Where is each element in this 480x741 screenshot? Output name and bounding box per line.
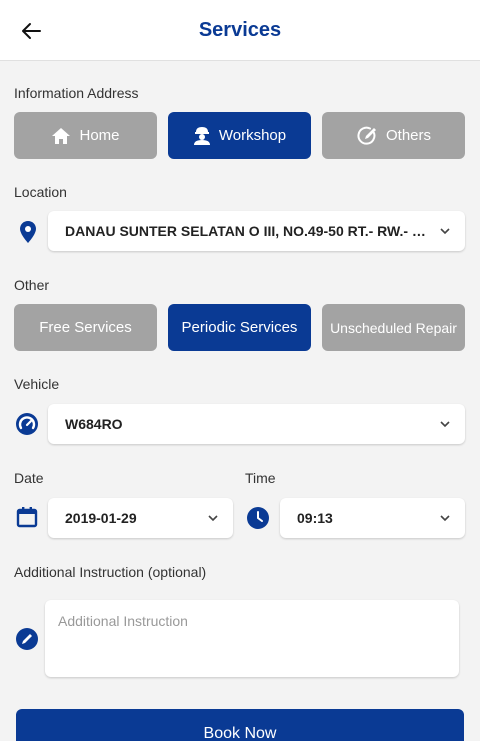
vehicle-lead (16, 413, 38, 435)
book-now-button[interactable]: Book Now (16, 709, 464, 741)
service-option-label: Periodic Services (181, 319, 298, 336)
location-lead (17, 220, 39, 244)
address-option-home[interactable]: Home (14, 112, 157, 159)
service-option-unscheduled[interactable]: Unscheduled Repair (322, 304, 465, 351)
service-option-label: Unscheduled Repair (330, 319, 457, 336)
pencil-icon (16, 628, 38, 650)
home-icon (52, 127, 71, 144)
chevron-down-icon (439, 512, 451, 524)
address-option-label: Others (385, 127, 431, 144)
chevron-down-icon (439, 418, 451, 430)
chevron-down-icon (439, 225, 451, 237)
clock-icon (247, 507, 269, 529)
date-select[interactable]: 2019-01-29 (48, 498, 233, 538)
vehicle-label: Vehicle (14, 376, 60, 392)
service-option-periodic[interactable]: Periodic Services (168, 304, 311, 351)
vehicle-value: W684RO (65, 416, 123, 432)
date-value: 2019-01-29 (65, 510, 137, 526)
date-label: Date (14, 470, 44, 486)
other-label: Other (14, 277, 50, 293)
time-value: 09:13 (297, 510, 333, 526)
map-pin-icon (20, 221, 36, 243)
location-select[interactable]: DANAU SUNTER SELATAN O III, NO.49-50 RT.… (48, 211, 465, 251)
address-option-others[interactable]: Others (322, 112, 465, 159)
instruction-label: Additional Instruction (optional) (14, 564, 207, 580)
service-option-free[interactable]: Free Services (14, 304, 157, 351)
app-bar: Services (0, 0, 480, 61)
time-label: Time (245, 470, 276, 486)
location-label: Location (14, 184, 67, 200)
speedometer-icon (16, 413, 38, 435)
mechanic-icon (193, 126, 210, 145)
info-address-label: Information Address (14, 85, 139, 101)
pencil-circle-icon (357, 126, 376, 145)
calendar-icon (16, 507, 38, 528)
page-title: Services (198, 19, 282, 41)
date-lead (16, 506, 38, 528)
address-option-label: Home (79, 127, 120, 144)
chevron-down-icon (207, 512, 219, 524)
location-value: DANAU SUNTER SELATAN O III, NO.49-50 RT.… (65, 223, 433, 239)
time-lead (247, 507, 269, 529)
instruction-lead (16, 628, 38, 650)
address-option-label: Workshop (218, 127, 287, 144)
service-option-label: Free Services (39, 319, 132, 336)
time-select[interactable]: 09:13 (280, 498, 465, 538)
address-option-workshop[interactable]: Workshop (168, 112, 311, 159)
instruction-input[interactable] (45, 600, 459, 677)
vehicle-select[interactable]: W684RO (48, 404, 465, 444)
